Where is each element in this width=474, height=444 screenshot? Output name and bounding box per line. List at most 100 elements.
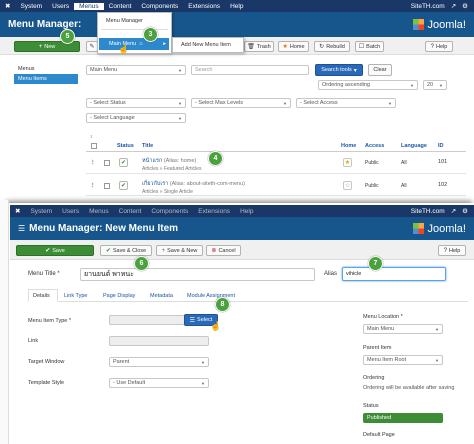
joomla-icon: ✖ — [15, 208, 21, 215]
row-title-1: หน้าแรก (Alias: home) — [142, 157, 196, 165]
cancel-button[interactable]: ⊗ Cancel — [206, 245, 241, 256]
help-button[interactable]: ? Help — [425, 41, 453, 52]
nav-components[interactable]: Components — [136, 3, 183, 10]
nav-menus: Menus — [89, 207, 109, 215]
nav-menus[interactable]: Menus — [74, 2, 104, 10]
nav-help[interactable]: Help — [225, 3, 248, 10]
column-title[interactable]: Title — [142, 143, 153, 149]
joomla-icon[interactable]: ✖ — [0, 2, 15, 10]
callout-5: 5 — [60, 29, 75, 44]
nav-system: System — [30, 207, 53, 215]
clear-button[interactable]: Clear — [368, 64, 392, 76]
menu-select[interactable]: Main Menu ▼ — [86, 65, 186, 75]
alias-input[interactable]: vihicle — [342, 267, 446, 281]
column-status[interactable]: Status — [117, 143, 134, 149]
row-language: All — [401, 183, 407, 189]
language-filter[interactable]: - Select Language ▼ — [86, 113, 186, 123]
check-icon: ✔ — [105, 248, 111, 254]
access-filter[interactable]: - Select Access ▼ — [296, 98, 396, 108]
nav-system[interactable]: System — [15, 3, 47, 10]
sidebar-item-menus[interactable]: Menus — [18, 66, 35, 72]
home-icon: ★ — [282, 44, 288, 50]
plus-icon: + — [161, 247, 166, 254]
ordering-select[interactable]: Ordering ascending ▼ — [318, 80, 418, 90]
status-select[interactable]: Published — [363, 413, 443, 423]
select-all-checkbox[interactable] — [91, 143, 97, 149]
batch-button[interactable]: ☐ Batch — [355, 41, 384, 52]
edit-top-nav-bar: ✖ System Users Menus Content Components … — [10, 205, 474, 217]
trash-button[interactable]: 🗑 Trash — [244, 41, 274, 52]
rebuild-button[interactable]: ↻ Rebuild — [314, 41, 350, 52]
row-alias: (Alias: about-siteth-com-menu) — [169, 181, 245, 187]
link-field — [109, 336, 209, 346]
tab-page-display[interactable]: Page Display — [103, 293, 135, 299]
row-language: All — [401, 160, 407, 166]
row-title-link[interactable]: เกี่ยวกับเรา — [142, 181, 168, 187]
nav-extensions: Extensions — [198, 207, 231, 215]
search-tools-button[interactable]: Search tools ▾ — [315, 64, 363, 76]
status-filter[interactable]: - Select Status ▼ — [86, 98, 186, 108]
column-language[interactable]: Language — [401, 143, 427, 149]
nav-extensions[interactable]: Extensions — [183, 3, 225, 10]
row-title-link[interactable]: หน้าแรก — [142, 158, 162, 164]
drag-handle-icon[interactable]: ⋮ — [90, 183, 96, 189]
row-checkbox[interactable] — [104, 183, 110, 189]
nav-users: Users — [62, 207, 80, 215]
dropdown-menu-manager[interactable]: Menu Manager — [98, 13, 171, 29]
tab-details[interactable]: Details — [33, 293, 50, 299]
dropdown-main-menu[interactable]: Main Menu ⌂ ▸ — [99, 38, 169, 50]
menu-location-select[interactable]: Main Menu ▼ — [363, 324, 443, 334]
row-type: Articles » Single Article — [142, 189, 193, 195]
chevron-down-icon: ▼ — [435, 326, 439, 332]
max-levels-filter[interactable]: - Select Max Levels ▼ — [191, 98, 291, 108]
joomla-logo-icon — [413, 223, 425, 234]
column-home[interactable]: Home — [341, 143, 356, 149]
tab-link-type[interactable]: Link Type — [64, 293, 87, 299]
column-access[interactable]: Access — [365, 143, 384, 149]
tab-module-assignment[interactable]: Module Assignment — [187, 293, 235, 299]
row-type: Articles » Featured Articles — [142, 166, 202, 172]
row-title-2: เกี่ยวกับเรา (Alias: about-siteth-com-me… — [142, 180, 245, 188]
nav-users[interactable]: Users — [47, 3, 74, 10]
link-label: Link — [28, 338, 39, 344]
home-star-icon[interactable]: ☆ — [343, 181, 352, 190]
chevron-down-icon: ▼ — [439, 82, 443, 88]
callout-8: 8 — [215, 297, 230, 312]
tab-metadata[interactable]: Metadata — [150, 293, 173, 299]
home-button[interactable]: ★ Home — [278, 41, 309, 52]
gear-icon: ⚙ — [462, 208, 468, 215]
search-input[interactable]: Search — [191, 65, 309, 75]
row-id: 101 — [438, 159, 448, 165]
gear-icon[interactable]: ⚙ — [462, 2, 468, 10]
callout-4: 4 — [208, 151, 223, 166]
default-page-label: Default Page — [363, 432, 395, 438]
nav-content[interactable]: Content — [104, 3, 137, 10]
drag-handle-icon[interactable]: ⋮ — [90, 160, 96, 166]
save-new-button[interactable]: + Save & New — [156, 245, 203, 256]
column-id[interactable]: ID — [438, 143, 444, 149]
limit-select[interactable]: 20 ▼ — [423, 80, 447, 90]
external-link-icon: ↗ — [450, 3, 457, 10]
help-button[interactable]: ? Help — [438, 245, 466, 256]
callout-3: 3 — [143, 27, 158, 42]
row-checkbox[interactable] — [104, 160, 110, 166]
list-icon: ☰ — [189, 317, 196, 324]
sidebar-item-menu-items[interactable]: Menu Items — [14, 74, 78, 84]
dropdown-add-new-menu-item[interactable]: Add New Menu Item — [172, 37, 244, 53]
parent-item-select[interactable]: Menu Item Root ▼ — [363, 355, 443, 365]
home-star-icon[interactable]: ★ — [343, 158, 352, 167]
save-button[interactable]: ✔ Save — [16, 245, 94, 256]
batch-icon: ☐ — [358, 44, 365, 50]
row-alias: (Alias: home) — [163, 158, 197, 164]
chevron-down-icon: ▼ — [201, 359, 205, 365]
sort-icon[interactable]: ↕ — [90, 134, 93, 140]
published-icon[interactable]: ✔ — [119, 181, 128, 190]
save-close-button[interactable]: ✔ Save & Close — [100, 245, 152, 256]
site-link[interactable]: SiteTH.com — [411, 3, 445, 10]
target-window-select[interactable]: Parent ▼ — [109, 357, 209, 367]
page-title: Menu Manager: — [8, 19, 82, 30]
menu-title-input[interactable]: ยานยนต์ พาหนะ — [80, 268, 315, 281]
parent-item-label: Parent Item — [363, 345, 392, 351]
published-icon[interactable]: ✔ — [119, 158, 128, 167]
template-style-select[interactable]: - Use Default ▼ — [109, 378, 209, 388]
